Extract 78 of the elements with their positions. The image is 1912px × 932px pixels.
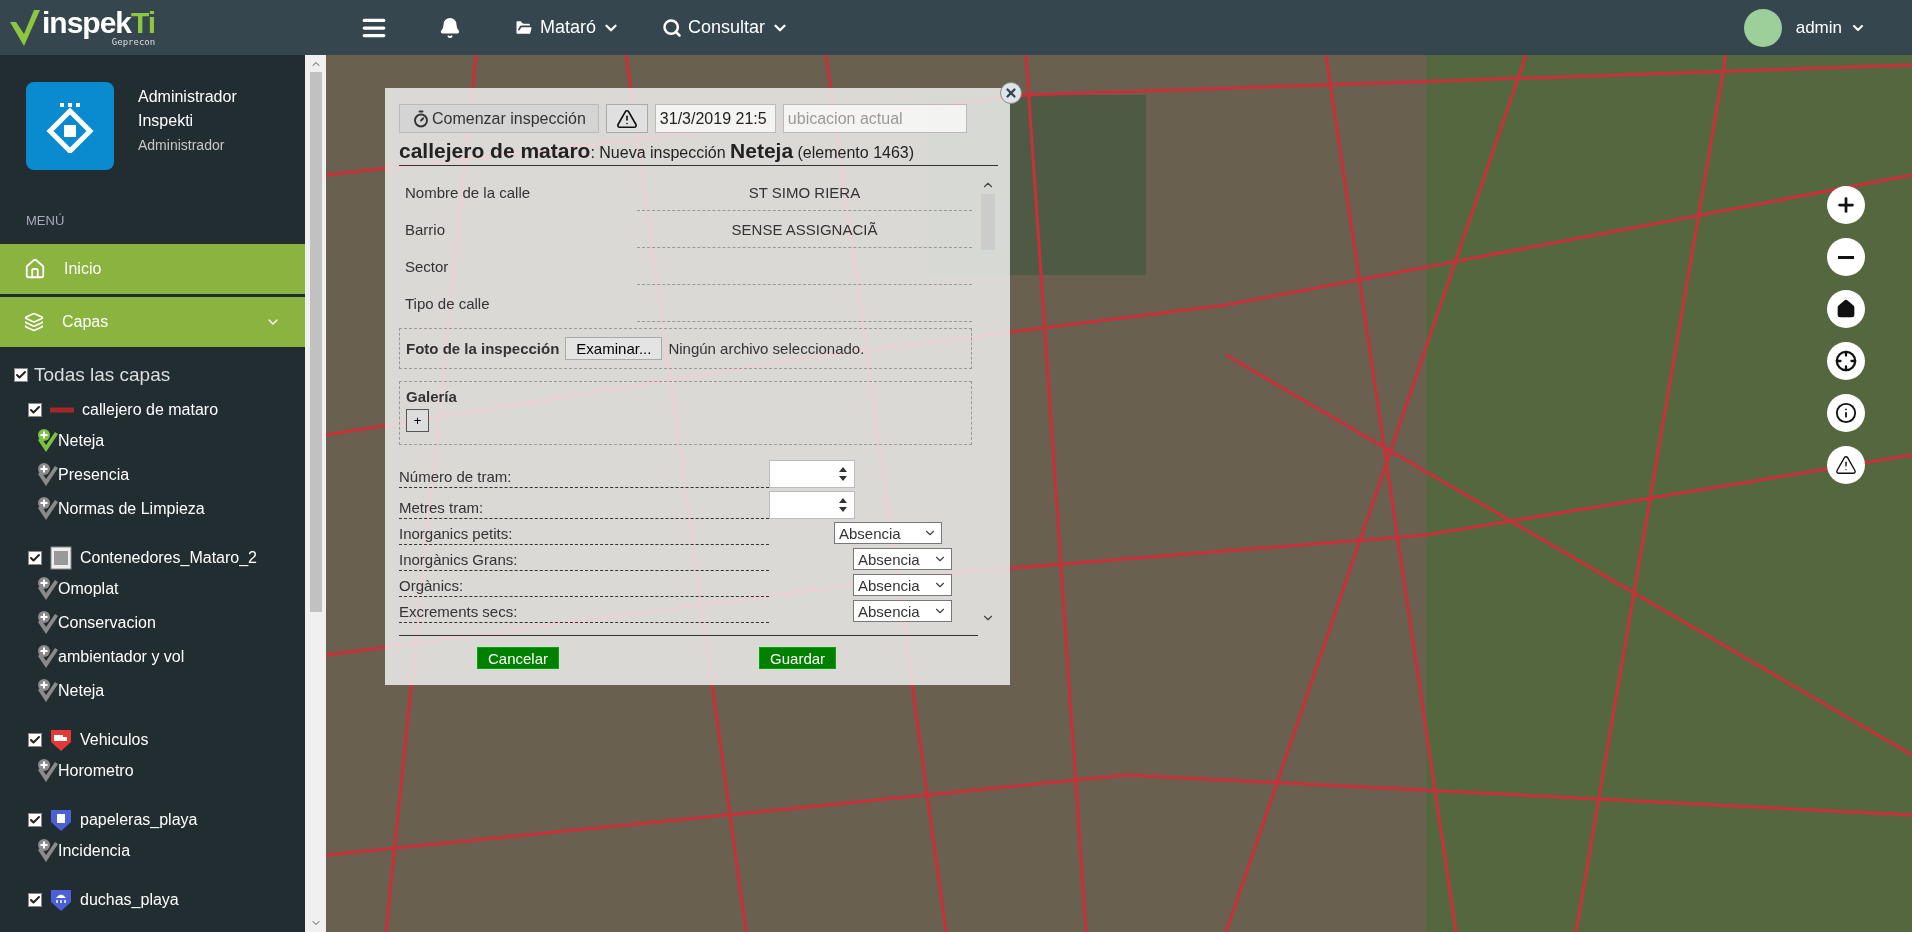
inspection-type-item[interactable]: ambientador y vol [58, 648, 185, 666]
logo-wordmark: inspekTi [42, 8, 156, 38]
file-status: Ningún archivo seleccionado. [668, 340, 865, 357]
field-label: Inorganics petits: [399, 525, 769, 545]
search-icon [662, 17, 683, 38]
save-button[interactable]: Guardar [759, 647, 837, 669]
layer-name: papeleras_playa [80, 811, 198, 829]
home-icon [24, 258, 46, 280]
spinner-arrows-icon[interactable] [836, 465, 850, 483]
checkbox[interactable] [28, 551, 42, 565]
dropdown-field[interactable]: Absencia [853, 548, 952, 570]
shower-icon [50, 888, 72, 912]
cancel-button[interactable]: Cancelar [477, 647, 560, 669]
warning-button[interactable] [605, 104, 648, 133]
stopwatch-icon [412, 109, 430, 128]
date-field[interactable]: 31/3/2019 21:5 [654, 104, 776, 133]
add-photo-button[interactable]: + [406, 409, 429, 432]
layer-name: Vehiculos [80, 731, 149, 749]
inspection-type-item[interactable]: Horometro [58, 762, 134, 780]
avatar[interactable] [1743, 8, 1782, 47]
field-label: Nombre de la calle [404, 183, 532, 203]
profile-name: Administrador [138, 87, 237, 107]
nav-dropdown[interactable]: Consultar [660, 13, 792, 42]
menu-heading: MENÚ [25, 213, 66, 228]
inspection-type-item[interactable]: Neteja [58, 682, 105, 700]
inspection-type-item[interactable]: Neteja [58, 432, 105, 450]
warning-icon [615, 107, 638, 130]
field-label: Orgànics: [399, 577, 769, 597]
checkbox[interactable] [28, 813, 42, 827]
inspection-type-item[interactable]: Omoplat [58, 580, 119, 598]
close-icon [1004, 86, 1018, 100]
crosshair-icon [1835, 350, 1857, 372]
dropdown-field[interactable]: Absencia [853, 574, 952, 596]
dropdown-field[interactable]: Absencia [853, 600, 952, 622]
container-icon [50, 546, 72, 570]
field-label: Barrio [404, 220, 446, 240]
field-value: SENSE ASSIGNACIÃ [637, 211, 972, 248]
checkbox[interactable] [28, 893, 42, 907]
info-icon [1835, 402, 1857, 424]
logo-check-icon [10, 7, 40, 48]
spinner-arrows-icon[interactable] [836, 496, 850, 514]
profile-role: Administrador [138, 137, 226, 153]
gallery-label: Galería [406, 388, 457, 405]
truck-icon [50, 728, 72, 752]
checkbox[interactable] [28, 403, 42, 417]
photo-label: Foto de la inspección [406, 340, 560, 357]
checkbox[interactable] [14, 368, 28, 382]
field-value: ST SIMO RIERA [637, 174, 972, 211]
inspection-type-item[interactable]: Normas de Limpieza [58, 500, 205, 518]
start-inspection-button[interactable]: Comenzar inspección [399, 104, 599, 133]
home-icon [1836, 299, 1856, 319]
plus-icon [1835, 194, 1857, 216]
number-field[interactable] [769, 460, 855, 488]
inspection-type-item[interactable]: Incidencia [58, 842, 131, 860]
layers-icon [24, 312, 44, 332]
field-label: Inorgànics Grans: [399, 551, 769, 571]
inspection-type-item[interactable]: Presencia [58, 466, 130, 484]
dropdown-field[interactable]: Absencia [834, 522, 942, 544]
minus-icon [1838, 255, 1854, 259]
location-field[interactable]: ubicacion actual [782, 104, 967, 133]
layer-name: callejero de mataro [82, 401, 219, 419]
layer-name: duchas_playa [80, 891, 179, 909]
field-label: Sector [404, 257, 450, 277]
warning-icon [1835, 454, 1857, 476]
checkbox[interactable] [28, 733, 42, 747]
field-label: Tipo de calle [404, 294, 491, 314]
user-menu[interactable]: admin [1795, 13, 1866, 42]
bin-icon [50, 808, 72, 832]
logo-subtitle: Geprecon [111, 38, 156, 47]
all-layers-label: Todas las capas [34, 364, 171, 386]
browse-button[interactable]: Examinar... [565, 337, 663, 360]
inspection-type-item[interactable]: Conservacion [58, 614, 156, 632]
dialog-title: callejero de mataro: Nueva inspección Neteja (elemento 1463) [399, 139, 998, 166]
profile-name: Inspekti [138, 111, 195, 131]
layer-name: Contenedores_Mataro_2 [80, 549, 257, 567]
number-field[interactable] [769, 491, 855, 519]
field-label: Excrements secs: [399, 603, 769, 623]
nav-dropdown[interactable]: Mataró [512, 13, 623, 42]
